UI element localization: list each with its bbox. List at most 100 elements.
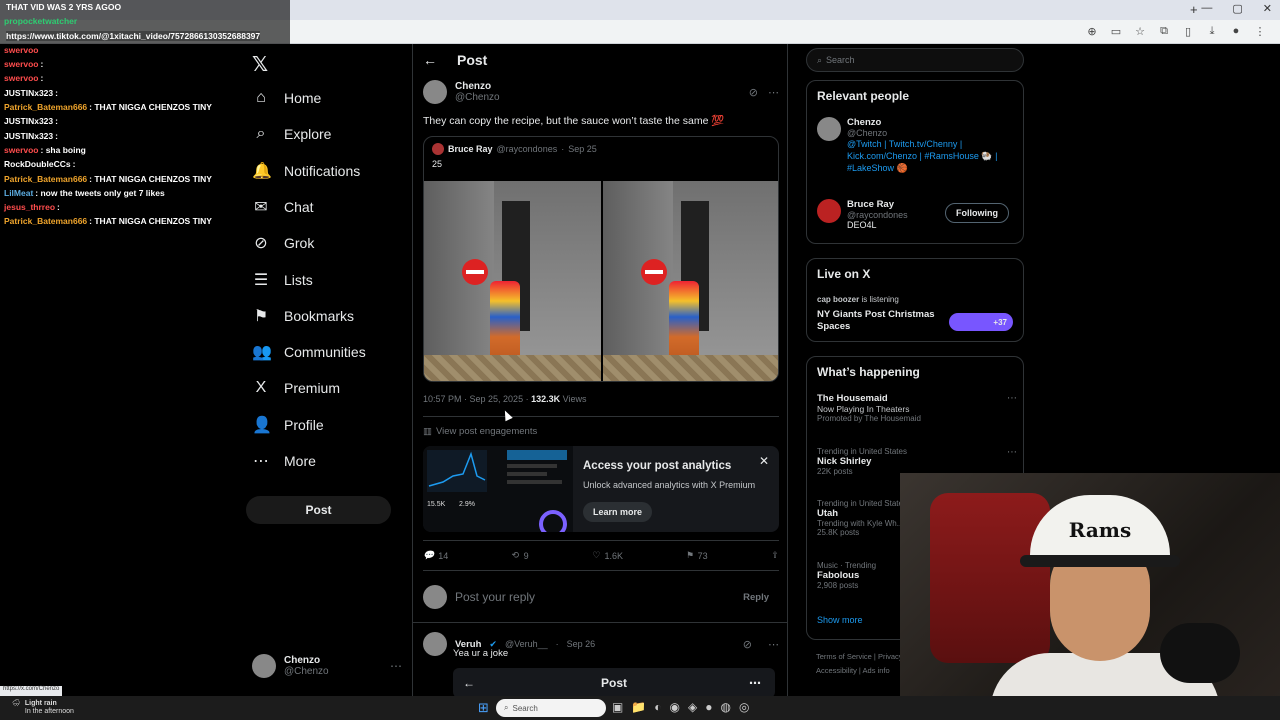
extensions-icon[interactable]: ⧉	[1158, 25, 1170, 38]
edge-icon[interactable]: ◐	[654, 700, 661, 714]
reply-submit-button[interactable]: Reply	[733, 588, 779, 607]
following-button[interactable]: Following	[945, 203, 1009, 223]
sidebar-item-chat[interactable]: ✉ Chat	[252, 193, 314, 221]
listener-avatars[interactable]: +37	[949, 313, 1013, 331]
analytics-chart-icon: 15.5K 2.9%	[427, 450, 567, 532]
more-options-icon[interactable]: ⋯	[1007, 393, 1017, 404]
weather-widget[interactable]: 🌧 Light rain In the afternoon	[12, 700, 74, 716]
sidebar-item-bookmarks[interactable]: ⚑ Bookmarks	[252, 302, 354, 330]
learn-more-button[interactable]: Learn more	[583, 502, 653, 522]
back-arrow-icon[interactable]: ←	[423, 52, 437, 68]
sidebar-item-more[interactable]: ⋯ More	[252, 447, 316, 475]
reply-handle[interactable]: @Veruh__	[505, 639, 548, 649]
show-more-link[interactable]: Show more	[817, 615, 863, 625]
sidebar-item-label: Premium	[284, 380, 341, 397]
download-icon[interactable]: ⤓	[1206, 25, 1218, 38]
menu-icon[interactable]: ⋮	[1254, 25, 1266, 38]
chat-text: :	[72, 159, 76, 170]
share-button[interactable]: ⇪	[771, 550, 779, 561]
repost-button[interactable]: ⟲ 9	[512, 550, 529, 561]
divider	[423, 570, 779, 571]
view-engagements-link[interactable]: ▥ View post engagements	[423, 426, 537, 437]
view-count: 132.3K	[531, 394, 561, 404]
sidebar-item-explore[interactable]: ⌕ Explore	[252, 120, 332, 148]
taskbar-search[interactable]: ⌕ Search	[496, 699, 606, 717]
chat-text: :	[55, 130, 58, 141]
trend-item[interactable]: The Housemaid Now Playing In Theaters Pr…	[817, 393, 1017, 423]
sidebar-item-home[interactable]: ⌂ Home	[252, 84, 321, 112]
discord-icon[interactable]: ◍	[721, 700, 731, 714]
quoted-tweet[interactable]: Bruce Ray @raycondones · Sep 25 25	[423, 136, 779, 382]
sidebar-icon[interactable]: ▯	[1182, 25, 1194, 38]
author-handle[interactable]: @Chenzo	[455, 92, 500, 103]
sidebar-item-label: More	[284, 453, 316, 469]
person-bio[interactable]: @Twitch | Twitch.tv/Chenny |	[847, 138, 997, 150]
star-icon[interactable]: ☆	[1134, 25, 1146, 38]
tweet-timestamp[interactable]: 10:57 PM · Sep 25, 2025	[423, 394, 523, 404]
task-view-icon[interactable]: ▣	[612, 700, 623, 714]
folder-icon[interactable]: 📁	[631, 700, 646, 714]
author-name[interactable]: Chenzo	[455, 81, 500, 92]
happening-title: What’s happening	[817, 365, 920, 379]
sidebar-item-premium[interactable]: X Premium	[252, 374, 340, 402]
grok-icon[interactable]: ⊘	[743, 638, 752, 651]
more-options-icon[interactable]: ⋯	[1007, 447, 1017, 458]
home-icon: ⌂	[256, 89, 266, 106]
spotify-icon[interactable]: ●	[705, 700, 712, 714]
sidebar-item-grok[interactable]: ⊘ Grok	[252, 229, 314, 257]
sidebar-item-communities[interactable]: 👥 Communities	[252, 338, 366, 366]
close-window-button[interactable]: ✕	[1263, 2, 1272, 15]
avatar[interactable]	[423, 632, 447, 656]
live-space[interactable]: NY Giants Post Christmas Spaces	[817, 309, 935, 333]
person-bio[interactable]: Kick.com/Chenzo | #RamsHouse 🐏 |	[847, 150, 997, 162]
sidebar-item-notifications[interactable]: 🔔 Notifications	[252, 157, 360, 185]
status-url: https://x.com/Chenzo	[0, 686, 63, 696]
more-options-icon[interactable]: ⋯	[768, 86, 779, 99]
sidebar-item-profile[interactable]: 👤 Profile	[252, 411, 324, 439]
reply-button[interactable]: 💬 14	[423, 550, 448, 561]
maximize-button[interactable]: ▢	[1232, 2, 1242, 15]
person-row-bruce-ray[interactable]: Bruce Ray @raycondones DEO4L Following	[817, 199, 1017, 230]
zoom-icon[interactable]: ⊕	[1086, 25, 1098, 38]
analytics-title: Access your post analytics	[583, 460, 732, 472]
grok-icon[interactable]: ⊘	[749, 86, 758, 99]
more-options-icon[interactable]: ⋯	[768, 638, 779, 651]
reply-tweet[interactable]: Veruh ✔ @Veruh__ · Sep 26 ⊘ ⋯ Yea ur a j…	[423, 632, 779, 696]
photo-left[interactable]	[424, 181, 601, 381]
like-button[interactable]: ♡ 1.6K	[592, 550, 623, 561]
person-handle: @Chenzo	[847, 128, 888, 138]
person-bio[interactable]: #LakeShow 🏀	[847, 162, 997, 174]
person-name: Bruce Ray	[847, 199, 894, 210]
profile-icon[interactable]: ●	[1230, 25, 1242, 38]
reply-input[interactable]: Post your reply	[455, 590, 535, 604]
bookmark-button[interactable]: ⚑ 73	[687, 550, 708, 561]
x-logo-icon[interactable]: 𝕏	[252, 52, 268, 77]
app-icon[interactable]: ◈	[688, 700, 697, 714]
sidebar-item-label: Chat	[284, 198, 314, 215]
chat-text: :	[40, 59, 44, 70]
avatar[interactable]	[423, 80, 447, 104]
cast-icon[interactable]: ▭	[1110, 25, 1122, 38]
chat-username: Patrick_Bateman666	[4, 102, 88, 113]
quote-media[interactable]	[424, 181, 778, 381]
tweet-author: Chenzo @Chenzo ⊘ ⋯	[423, 80, 779, 104]
compose-post-button[interactable]: Post	[246, 496, 391, 524]
embed-title: Post	[600, 676, 627, 690]
gaming-chair	[930, 493, 1050, 663]
chat-username: RockDoubleCCs	[4, 159, 71, 170]
more-options-icon[interactable]: ⋯	[390, 659, 402, 673]
minimize-button[interactable]: —	[1201, 2, 1212, 15]
search-input[interactable]: ⌕ Search	[806, 48, 1024, 72]
close-icon[interactable]: ✕	[759, 454, 769, 468]
start-menu-icon[interactable]: ⊞	[478, 700, 489, 716]
new-tab-button[interactable]: +	[1190, 2, 1198, 17]
chrome-icon[interactable]: ◉	[670, 700, 680, 714]
reply-embedded-media[interactable]: ← Post ⋯	[453, 668, 775, 696]
obs-icon[interactable]: ◎	[739, 700, 749, 714]
browser-toolbar-icons: ⊕ ▭ ☆ ⧉ ▯ ⤓ ● ⋮	[1086, 25, 1266, 38]
photo-right[interactable]	[603, 181, 778, 381]
account-switcher[interactable]: Chenzo @Chenzo ⋯	[252, 654, 402, 678]
person-row-chenzo[interactable]: Chenzo @Chenzo @Twitch | Twitch.tv/Chenn…	[817, 117, 997, 174]
trend-item[interactable]: Trending in United States Nick Shirley 2…	[817, 447, 1017, 476]
sidebar-item-lists[interactable]: ☰ Lists	[252, 266, 313, 294]
